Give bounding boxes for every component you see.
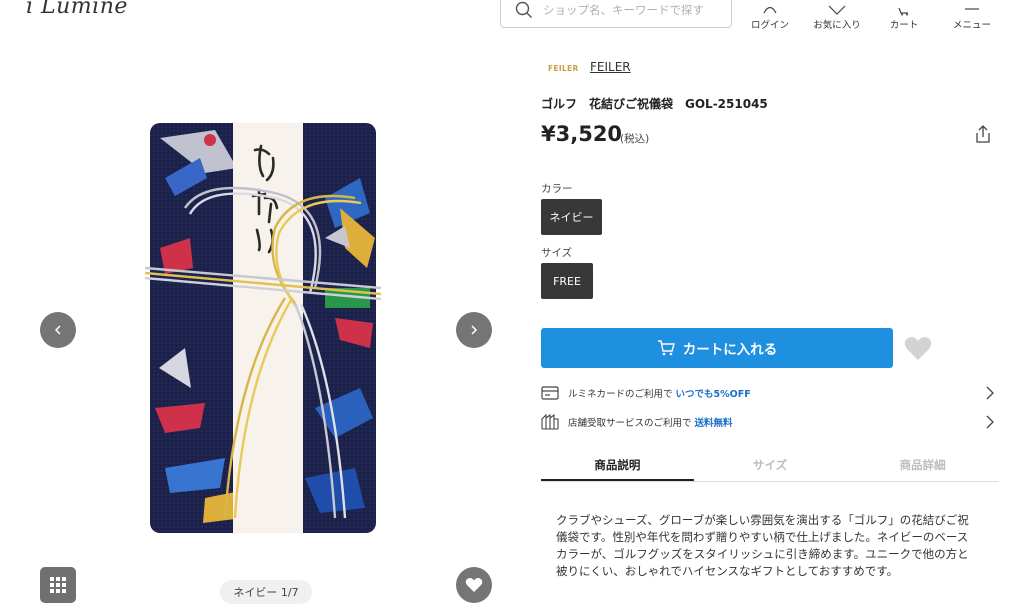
menu-button[interactable]: メニュー xyxy=(942,0,1002,31)
store-icon xyxy=(541,414,559,430)
card-row-text: ルミネカードのご利用で xyxy=(568,389,673,400)
grid-icon xyxy=(50,577,66,593)
product-image[interactable] xyxy=(144,118,382,538)
add-to-cart-label: カートに入れる xyxy=(682,342,778,358)
menu-label: メニュー xyxy=(952,20,991,31)
search-input[interactable] xyxy=(543,3,723,17)
person-icon xyxy=(740,0,800,16)
tab-details[interactable]: 商品詳細 xyxy=(846,448,999,481)
share-icon xyxy=(976,125,990,143)
product-price: ¥3,520 xyxy=(541,122,623,146)
heart-icon xyxy=(465,578,483,592)
store-pickup-row[interactable]: 店舗受取サービスのご利用で 送料無料 xyxy=(541,412,999,432)
menu-icon xyxy=(942,0,1002,16)
color-option-navy[interactable]: ネイビー xyxy=(541,199,602,235)
login-button[interactable]: ログイン xyxy=(740,0,800,31)
card-row-highlight: いつでも5%OFF xyxy=(675,389,751,400)
next-image-button[interactable] xyxy=(456,312,492,348)
chevron-right-icon xyxy=(471,325,478,335)
favorites-label: お気に入り xyxy=(813,20,861,31)
image-counter: ネイビー 1/7 xyxy=(220,580,312,604)
heart-icon xyxy=(904,337,932,360)
store-row-highlight: 送料無料 xyxy=(694,418,733,429)
favorites-button[interactable]: お気に入り xyxy=(807,0,867,31)
tab-size[interactable]: サイズ xyxy=(694,448,847,481)
tab-description[interactable]: 商品説明 xyxy=(541,448,694,481)
color-label: カラー xyxy=(541,183,573,195)
cart-icon xyxy=(657,340,675,356)
search-icon xyxy=(515,1,532,18)
tax-note: (税込) xyxy=(620,133,650,145)
chevron-right-icon xyxy=(986,386,994,400)
gallery-favorite-button[interactable] xyxy=(456,567,492,603)
store-row-text: 店舗受取サービスのご利用で xyxy=(568,418,692,429)
login-label: ログイン xyxy=(750,20,789,31)
add-to-cart-button[interactable]: カートに入れる xyxy=(541,328,893,368)
cart-nav-button[interactable]: カート xyxy=(874,0,934,31)
prev-image-button[interactable] xyxy=(40,312,76,348)
product-tabs: 商品説明 サイズ 商品詳細 xyxy=(541,448,999,482)
brand-link[interactable]: FEILER xyxy=(590,60,631,74)
add-to-favorites-button[interactable] xyxy=(904,336,932,365)
gallery-grid-button[interactable] xyxy=(40,567,76,603)
site-logo[interactable]: i Lumine xyxy=(26,0,128,19)
search-box[interactable] xyxy=(500,0,732,28)
chevron-left-icon xyxy=(54,325,61,335)
card-icon xyxy=(541,386,559,400)
share-button[interactable] xyxy=(974,124,992,148)
brand-logo: FEILER xyxy=(548,64,579,73)
cart-nav-label: カート xyxy=(889,20,919,31)
cart-icon xyxy=(874,0,934,16)
product-title: ゴルフ 花結びご祝儀袋 GOL-251045 xyxy=(541,97,768,111)
size-option-free[interactable]: FREE xyxy=(541,263,593,299)
heart-outline-icon xyxy=(807,0,867,16)
product-description: クラブやシューズ、グローブが楽しい雰囲気を演出する「ゴルフ」の花結びご祝儀袋です… xyxy=(556,513,969,578)
size-label: サイズ xyxy=(541,247,573,259)
product-image-graphic xyxy=(144,123,382,533)
lumine-card-row[interactable]: ルミネカードのご利用で いつでも5%OFF xyxy=(541,383,999,403)
chevron-right-icon xyxy=(986,415,994,429)
